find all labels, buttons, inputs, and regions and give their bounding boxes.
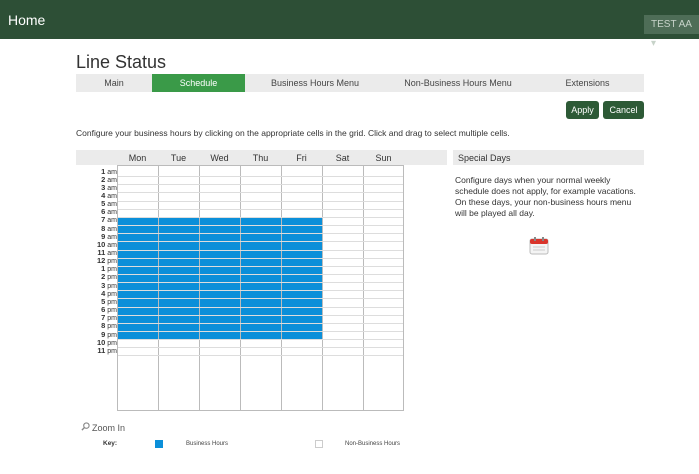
hour-suffix: am <box>107 233 117 241</box>
grid-row-line <box>118 282 403 284</box>
grid-column-line <box>322 166 323 410</box>
hour-suffix: am <box>107 250 117 257</box>
grid-row-line <box>118 314 403 316</box>
day-thu: Thu <box>252 153 269 163</box>
grid-row-line <box>118 273 403 275</box>
hour-suffix: pm <box>107 274 117 282</box>
special-days-header: Special Days <box>453 150 644 165</box>
hour-suffix: am <box>107 192 117 200</box>
key-label: Key: <box>103 440 118 447</box>
grid-row-line <box>118 200 403 202</box>
schedule-days-header: Mon Tue Wed Thu Fri Sat Sun <box>76 150 447 165</box>
hour-suffix: pm <box>107 307 117 315</box>
grid-column-line <box>158 166 159 410</box>
grid-row-line <box>118 233 403 235</box>
schedule-grid[interactable] <box>117 165 404 411</box>
tab-bar: Main Schedule Business Hours Menu Non-Bu… <box>76 74 644 92</box>
hour-suffix: am <box>107 184 117 192</box>
special-days-title: Special Days <box>458 153 511 163</box>
user-menu-label: TEST AA <box>651 19 692 30</box>
hour-suffix: am <box>107 217 117 225</box>
hour-suffix: pm <box>107 266 117 274</box>
grid-row-line <box>118 322 403 324</box>
calendar-icon[interactable] <box>529 237 549 255</box>
zoom-in-label: Zoom In <box>92 423 126 433</box>
hour-number: 11 <box>97 345 106 355</box>
grid-row-line <box>118 176 403 178</box>
grid-row-line <box>118 184 403 186</box>
grid-column-line <box>363 166 364 410</box>
cancel-button[interactable]: Cancel <box>603 101 644 119</box>
zoom-in-link[interactable]: Zoom In <box>81 422 125 433</box>
hour-suffix: pm <box>107 290 117 298</box>
hour-suffix: pm <box>107 347 117 355</box>
day-sun: Sun <box>375 153 392 163</box>
hour-suffix: pm <box>107 258 117 266</box>
grid-row-line <box>118 216 403 218</box>
instructions-text: Configure your business hours by clickin… <box>76 128 510 138</box>
business-hours-key-text: Business Hours <box>186 441 229 447</box>
tab-business-hours-menu[interactable]: Business Hours Menu <box>245 74 385 92</box>
grid-row-line <box>118 225 403 227</box>
non-business-hours-key-text: Non-Business Hours <box>345 441 401 447</box>
hour-suffix: am <box>107 209 117 217</box>
hour-suffix: pm <box>107 282 117 290</box>
hour-suffix: am <box>107 176 117 184</box>
hour-suffix: pm <box>107 323 117 331</box>
hour-suffix: am <box>107 225 117 233</box>
hour-label: 11 pm <box>76 345 117 356</box>
apply-button[interactable]: Apply <box>566 101 599 119</box>
grid-row-line <box>118 298 403 300</box>
special-days-text: Configure days when your normal weekly s… <box>455 175 636 218</box>
day-mon: Mon <box>128 153 147 163</box>
day-fri: Fri <box>296 153 307 163</box>
magnifier-icon <box>81 422 90 433</box>
non-business-hours-swatch <box>315 440 323 448</box>
chevron-down-icon: ▾ <box>651 38 657 49</box>
tab-main[interactable]: Main <box>76 74 152 92</box>
grid-row-line <box>118 265 403 267</box>
business-hours-block[interactable] <box>118 217 323 340</box>
grid-row-line <box>118 241 403 243</box>
grid-row-line <box>118 339 403 341</box>
tab-extensions[interactable]: Extensions <box>531 74 644 92</box>
hour-suffix: am <box>107 168 117 176</box>
grid-row-line <box>118 208 403 210</box>
grid-row-line <box>118 249 403 251</box>
grid-column-line <box>240 166 241 410</box>
hour-suffix: am <box>107 201 117 209</box>
hour-suffix: pm <box>107 339 117 347</box>
hour-suffix: am <box>107 241 117 249</box>
tab-non-business-hours-menu[interactable]: Non-Business Hours Menu <box>385 74 531 92</box>
page-title: Line Status <box>76 52 167 72</box>
hour-suffix: pm <box>107 331 117 339</box>
top-bar: Home TEST AA ▾ <box>0 0 699 49</box>
grid-row-line <box>118 192 403 194</box>
home-link[interactable]: Home <box>8 12 45 28</box>
hour-suffix: pm <box>107 315 117 323</box>
hour-suffix: pm <box>107 298 117 306</box>
grid-row-line <box>118 306 403 308</box>
day-wed: Wed <box>210 153 229 163</box>
grid-row-line <box>118 331 403 332</box>
day-tue: Tue <box>170 153 187 163</box>
grid-row-line <box>118 290 403 292</box>
grid-row-line <box>118 257 403 259</box>
grid-row-line <box>118 347 403 349</box>
tab-schedule[interactable]: Schedule <box>152 74 245 92</box>
grid-column-line <box>199 166 200 410</box>
user-menu-button[interactable]: TEST AA ▾ <box>644 15 699 49</box>
business-hours-swatch <box>155 440 163 448</box>
grid-column-line <box>281 166 282 410</box>
day-sat: Sat <box>335 153 350 163</box>
grid-row-line <box>118 355 403 357</box>
